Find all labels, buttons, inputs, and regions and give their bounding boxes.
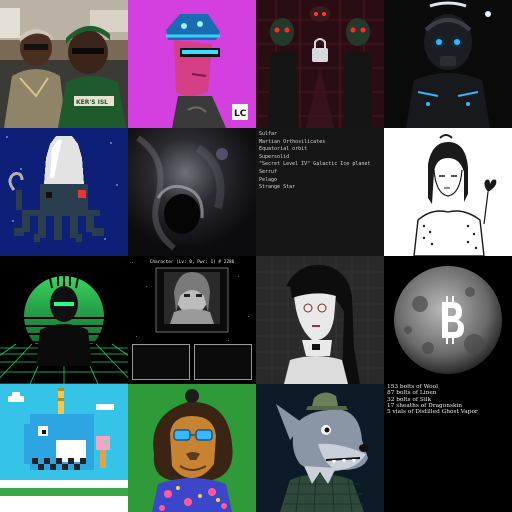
- list-item: Equatorial orbit: [259, 146, 308, 153]
- synthwave-icon: [0, 256, 128, 384]
- dark-smoke-face-tile[interactable]: [128, 128, 256, 256]
- wolf-character-tile[interactable]: [256, 384, 384, 512]
- character-sheet-title: Character (Lv: 0, Pwr: 1) # 2286: [149, 260, 235, 265]
- bitcoin-moon-tile[interactable]: [384, 256, 512, 384]
- svg-text:KER'S ISL: KER'S ISL: [76, 99, 108, 106]
- stats-panel-left: [132, 344, 190, 380]
- list-item: 5 vials of Distilled Ghost Vapor: [387, 409, 478, 416]
- monochrome-woman-tile[interactable]: [256, 256, 384, 384]
- list-item: Sulfar: [259, 131, 278, 137]
- list-item: Serruf: [259, 168, 278, 175]
- stats-panel-right: [194, 344, 252, 380]
- line-art-icon: [384, 128, 512, 256]
- inventory-list-items: 153 bolts of Wool 87 bolts of Linen 32 b…: [384, 384, 478, 415]
- bitcoin-icon: [384, 256, 512, 384]
- photo-two-men-tile[interactable]: KER'S ISL: [0, 0, 128, 128]
- lion-hawaiian-tile[interactable]: [128, 384, 256, 512]
- pixel-narwhal-tile[interactable]: [0, 384, 128, 512]
- smoke-icon: [128, 128, 256, 256]
- word-list-tile[interactable]: Sulfar Martian Orthosilicates Equatorial…: [256, 128, 384, 256]
- cyborg-icon: [384, 0, 512, 128]
- word-list: Sulfar Martian Orthosilicates Equatorial…: [256, 128, 384, 192]
- cyborg-skull-tile[interactable]: [384, 0, 512, 128]
- synthwave-bust-tile[interactable]: [0, 256, 128, 384]
- character-sheet-tile[interactable]: Character (Lv: 0, Pwr: 1) # 2286: [128, 256, 256, 384]
- list-item: Strange Star: [259, 184, 296, 191]
- narwhal-icon: [0, 384, 128, 512]
- line-art-girl-tile[interactable]: [384, 128, 512, 256]
- wolf-icon: [256, 384, 384, 512]
- padlock-icon: [256, 0, 384, 128]
- pink-cyber-punk-tile[interactable]: LC: [128, 0, 256, 128]
- octopus-icon: [0, 128, 128, 256]
- avatar-icon: LC: [128, 0, 256, 128]
- logo-text: LC: [234, 109, 247, 119]
- list-item: Pelago: [259, 176, 278, 183]
- padlock-demons-tile[interactable]: [256, 0, 384, 128]
- nft-gallery-grid: KER'S ISL LC Sulfar Martian Orthosilicat…: [0, 0, 512, 512]
- lion-icon: [128, 384, 256, 512]
- photo-icon: KER'S ISL: [0, 0, 128, 128]
- pixel-octopus-tile[interactable]: [0, 128, 128, 256]
- portrait-icon: [256, 256, 384, 384]
- list-item: Martian Orthosilicates: [259, 138, 326, 145]
- list-item: "Secret Level IV" Galactic Ice planet: [259, 161, 371, 168]
- inventory-list-tile[interactable]: 153 bolts of Wool 87 bolts of Linen 32 b…: [384, 384, 512, 512]
- list-item: Supersolid: [259, 153, 290, 160]
